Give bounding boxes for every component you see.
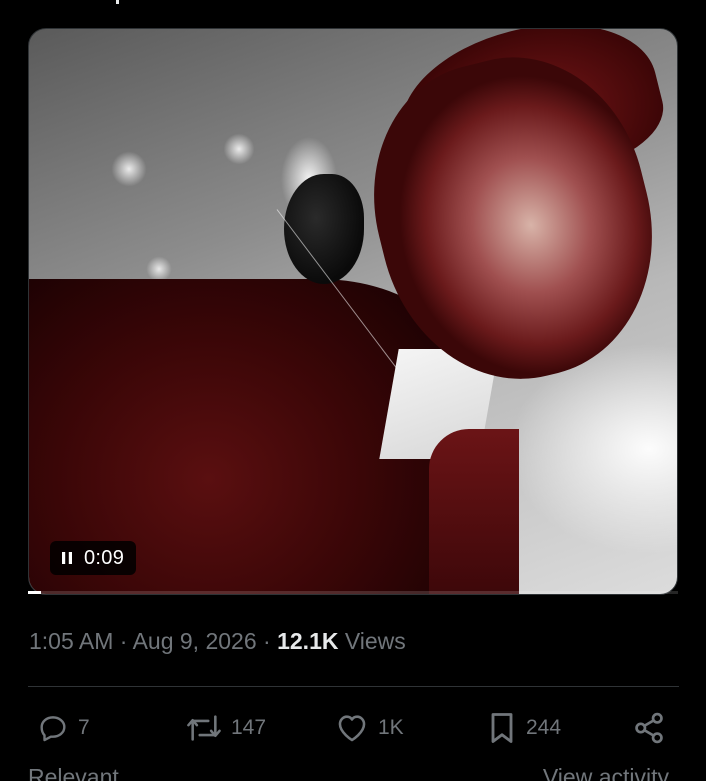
like-button[interactable]: 1K (334, 708, 404, 748)
tweet-time[interactable]: 1:05 AM (29, 628, 113, 654)
like-count: 1K (378, 716, 404, 739)
divider (28, 686, 679, 687)
meta-separator: · (119, 628, 128, 654)
video-frame-tie (429, 429, 519, 594)
repost-count: 147 (231, 716, 267, 739)
video-timestamp: 0:09 (84, 546, 125, 569)
bookmark-button[interactable]: 244 (486, 708, 561, 748)
bookmark-icon (486, 710, 518, 746)
share-icon (631, 710, 667, 746)
video-progress-fill (28, 591, 41, 594)
video-progress-bar[interactable] (28, 591, 678, 594)
meta-separator: · (263, 628, 271, 654)
sort-replies-dropdown[interactable]: Relevant (28, 764, 119, 781)
views-count[interactable]: 12.1K (277, 628, 338, 654)
repost-button[interactable]: 147 (185, 708, 266, 748)
bookmark-count: 244 (526, 716, 562, 739)
repost-icon (185, 711, 223, 745)
reply-count: 7 (78, 716, 90, 739)
tweet-date[interactable]: Aug 9, 2026 (133, 628, 257, 654)
tweet-actions: 7 147 1K 244 (28, 708, 679, 748)
views-label: Views (344, 628, 406, 654)
heart-icon (334, 711, 370, 745)
video-player[interactable] (28, 28, 678, 595)
replies-header: Relevant View activity (28, 764, 679, 781)
reply-button[interactable]: 7 (36, 708, 90, 748)
video-timer-badge[interactable]: 0:09 (50, 541, 137, 575)
pause-icon[interactable] (60, 551, 74, 565)
previous-content-fragment (28, 0, 148, 4)
share-button[interactable] (631, 708, 667, 748)
video-frame-bird (284, 174, 364, 284)
reply-icon (36, 711, 70, 745)
tweet-meta: 1:05 AM · Aug 9, 2026 · 12.1K Views (29, 628, 406, 655)
view-activity-link[interactable]: View activity (543, 764, 669, 781)
